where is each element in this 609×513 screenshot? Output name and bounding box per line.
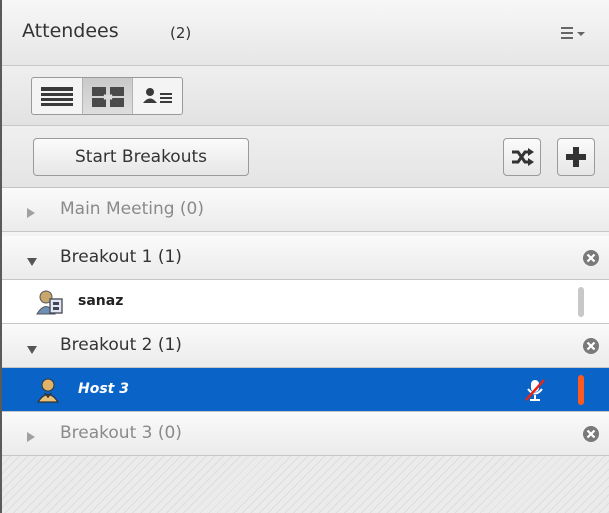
participant-icon bbox=[36, 289, 64, 319]
close-room-icon[interactable] bbox=[582, 425, 600, 447]
collapse-arrow-icon[interactable] bbox=[26, 340, 38, 359]
activity-indicator bbox=[578, 287, 584, 317]
view-mode-switcher bbox=[31, 77, 183, 115]
attendee-row-sanaz[interactable]: sanaz bbox=[2, 280, 609, 324]
close-room-icon[interactable] bbox=[582, 337, 600, 359]
collapse-arrow-icon[interactable] bbox=[26, 252, 38, 271]
list-menu-icon[interactable] bbox=[561, 24, 587, 42]
empty-list-area bbox=[2, 456, 609, 513]
room-breakout-2[interactable]: Breakout 2 (1) bbox=[2, 324, 609, 368]
attendee-count: (2) bbox=[170, 24, 192, 42]
room-label: Breakout 3 (0) bbox=[60, 423, 182, 443]
activity-indicator bbox=[578, 375, 584, 405]
list-view-button[interactable] bbox=[32, 78, 82, 114]
room-breakout-1[interactable]: Breakout 1 (1) bbox=[2, 236, 609, 280]
expand-arrow-icon[interactable] bbox=[26, 428, 36, 447]
shuffle-button[interactable] bbox=[503, 138, 541, 176]
view-mode-toolbar bbox=[2, 66, 609, 126]
room-label: Breakout 1 (1) bbox=[60, 247, 182, 267]
start-breakouts-button[interactable]: Start Breakouts bbox=[33, 138, 249, 176]
roles-view-button[interactable] bbox=[132, 78, 182, 114]
breakout-view-button[interactable] bbox=[82, 78, 132, 114]
attendee-name: Host 3 bbox=[78, 381, 129, 397]
mic-muted-icon[interactable] bbox=[524, 378, 546, 406]
close-room-icon[interactable] bbox=[582, 249, 600, 271]
attendees-pod: Attendees (2) Start Breakouts Main Meeti… bbox=[0, 0, 609, 513]
expand-arrow-icon[interactable] bbox=[26, 204, 36, 223]
room-breakout-3[interactable]: Breakout 3 (0) bbox=[2, 412, 609, 456]
attendee-name: sanaz bbox=[78, 293, 124, 309]
pod-header: Attendees (2) bbox=[2, 0, 609, 66]
host-icon bbox=[36, 377, 64, 407]
pod-title: Attendees bbox=[22, 20, 119, 42]
room-label: Main Meeting (0) bbox=[60, 199, 205, 219]
attendee-row-host-3[interactable]: Host 3 bbox=[2, 368, 609, 412]
breakout-action-toolbar: Start Breakouts bbox=[2, 126, 609, 188]
room-main-meeting[interactable]: Main Meeting (0) bbox=[2, 188, 609, 232]
add-breakout-button[interactable] bbox=[557, 138, 595, 176]
room-label: Breakout 2 (1) bbox=[60, 335, 182, 355]
